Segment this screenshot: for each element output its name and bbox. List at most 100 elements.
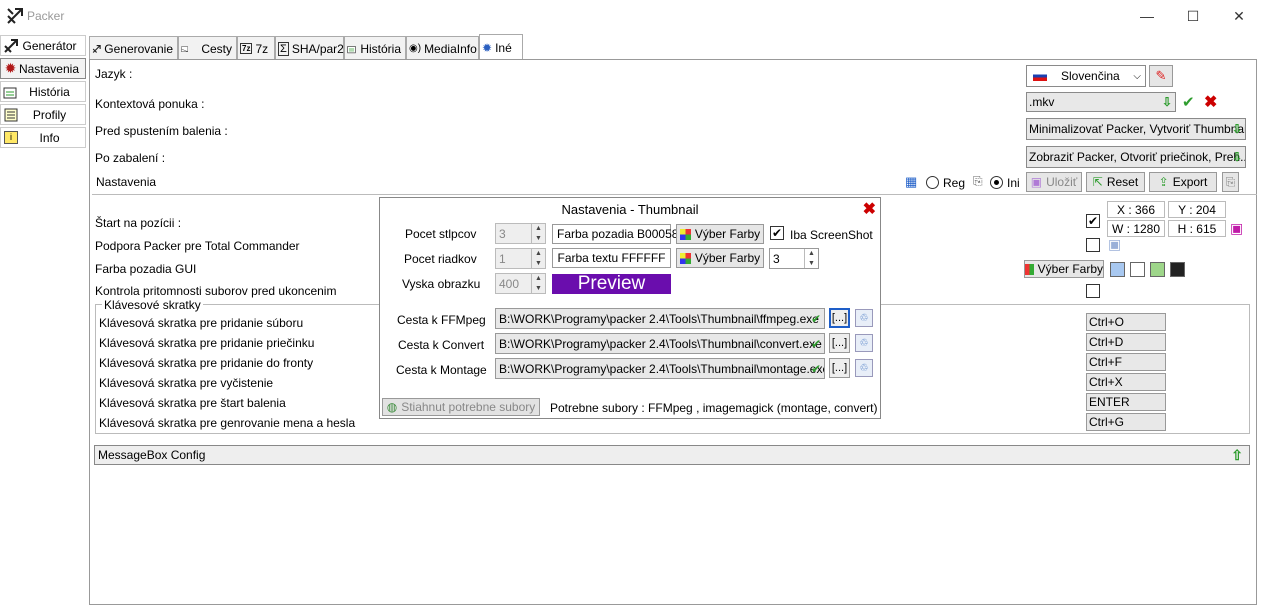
tab-sha-par2[interactable]: Σ SHA/par2 — [275, 36, 344, 60]
sidebar-item-generator[interactable]: Generátor — [0, 35, 86, 56]
ini-radio[interactable] — [990, 176, 1003, 189]
hotkey-field[interactable]: Ctrl+O — [1086, 313, 1166, 331]
total-commander-checkbox[interactable] — [1086, 238, 1100, 252]
start-position-checkbox[interactable]: ✔ — [1086, 214, 1100, 228]
convert-path: B:\WORK\Programy\packer 2.4\Tools\Thumbn… — [499, 336, 822, 351]
before-packing-field[interactable]: Minimalizovať Packer, Vytvoriť Thumbnail… — [1026, 118, 1246, 140]
close-icon[interactable]: ✖ — [863, 199, 876, 219]
screenshot-only-checkbox[interactable]: ✔ — [770, 226, 784, 240]
download-files-button[interactable]: ◍ Stiahnut potrebne subory — [382, 398, 540, 416]
height-stepper[interactable]: 400 ▲ ▼ — [495, 273, 546, 294]
pred-label: Pred spustením balenia : — [95, 124, 228, 138]
sidebar-item-history[interactable]: História — [0, 81, 86, 102]
hotkey-field[interactable]: Ctrl+F — [1086, 353, 1166, 371]
file-check-label: Kontrola pritomnosti suborov pred ukonce… — [95, 284, 337, 298]
gear-icon: ✹ — [482, 40, 493, 55]
y-coordinate: Y : 204 — [1168, 201, 1226, 218]
bg-color-button[interactable]: Výber Farby — [676, 224, 764, 244]
info-icon: i — [2, 130, 20, 146]
sidebar-item-label: Nastavenia — [18, 61, 79, 76]
rows-label: Pocet riadkov — [404, 252, 477, 266]
palette-icon — [679, 252, 691, 264]
sidebar-item-info[interactable]: i Info — [0, 127, 86, 148]
montage-download-icon[interactable]: ♲ — [855, 359, 873, 377]
hotkey-field[interactable]: ENTER — [1086, 393, 1166, 411]
hotkey-field[interactable]: Ctrl+G — [1086, 413, 1166, 431]
ffmpeg-browse-button[interactable]: [...] — [829, 308, 850, 328]
tab-ine[interactable]: ✹ Iné — [479, 34, 523, 60]
ffmpeg-path: B:\WORK\Programy\packer 2.4\Tools\Thumbn… — [499, 311, 819, 326]
reset-button[interactable]: ⇱ Reset — [1086, 172, 1145, 192]
font-size-value: 3 — [773, 251, 780, 266]
jazyk-label: Jazyk : — [95, 67, 133, 81]
hotkey-field[interactable]: Ctrl+X — [1086, 373, 1166, 391]
po-label: Po zabalení : — [95, 151, 166, 165]
ffmpeg-download-icon[interactable]: ♲ — [855, 309, 873, 327]
preview-box: Preview — [552, 273, 671, 294]
tab-cesty[interactable]: Cesty — [178, 36, 237, 60]
screenshot-only-label: Iba ScreenShot — [790, 228, 873, 242]
convert-download-icon[interactable]: ♲ — [855, 334, 873, 352]
hotkey-label: Klávesová skratka pre vyčistenie — [99, 376, 274, 390]
reset-label: Reset — [1106, 175, 1139, 189]
tab-generovanie[interactable]: Generovanie — [89, 36, 178, 60]
montage-label: Cesta k Montage — [396, 363, 487, 377]
reg-radio[interactable] — [926, 176, 939, 189]
messagebox-label: MessageBox Config — [98, 448, 206, 462]
sidebar-item-settings[interactable]: ✹ Nastavenia — [0, 58, 86, 79]
save-button[interactable]: ▣ Uložiť — [1026, 172, 1082, 192]
gui-color-button[interactable]: Výber Farby — [1024, 260, 1104, 278]
minimize-button[interactable]: — — [1124, 0, 1170, 32]
edit-language-button[interactable]: ✎ — [1149, 65, 1173, 87]
hotkey-field[interactable]: Ctrl+D — [1086, 333, 1166, 351]
extra-settings-button[interactable]: ⎘ — [1222, 172, 1239, 192]
after-packing-field[interactable]: Zobraziť Packer, Otvoriť priečinok, Preh… — [1026, 146, 1246, 168]
close-button[interactable]: ✕ — [1216, 0, 1261, 32]
total-commander-label: Podpora Packer pre Total Commander — [95, 239, 300, 253]
file-check-checkbox[interactable] — [1086, 284, 1100, 298]
montage-browse-button[interactable]: [...] — [829, 358, 850, 378]
tab-label: Cesty — [201, 41, 232, 56]
color-swatch-blue[interactable] — [1110, 262, 1125, 277]
sidebar-item-label: Generátor — [22, 38, 77, 53]
montage-path-field[interactable]: B:\WORK\Programy\packer 2.4\Tools\Thumbn… — [495, 358, 825, 379]
tab-7z[interactable]: 7z 7z — [237, 36, 275, 60]
sidebar-item-profiles[interactable]: Profily — [0, 104, 86, 125]
messagebox-config-bar[interactable]: MessageBox Config ⇧ — [94, 445, 1250, 465]
palette-icon — [1025, 263, 1034, 275]
registry-icon: ▦ — [905, 174, 918, 189]
color-swatch-white[interactable] — [1130, 262, 1145, 277]
text-color-button[interactable]: Výber Farby — [676, 248, 764, 268]
tab-mediainfo[interactable]: ◉) MediaInfo — [406, 36, 479, 60]
tab-historia[interactable]: História — [344, 36, 406, 60]
reg-label: Reg — [943, 176, 966, 190]
ffmpeg-path-field[interactable]: B:\WORK\Programy\packer 2.4\Tools\Thumbn… — [495, 308, 825, 329]
maximize-button[interactable]: ☐ — [1170, 0, 1216, 32]
check-icon[interactable]: ✔ — [1182, 93, 1195, 111]
convert-path-field[interactable]: B:\WORK\Programy\packer 2.4\Tools\Thumbn… — [495, 333, 825, 354]
reset-icon: ⇱ — [1092, 175, 1103, 189]
language-select[interactable]: Slovenčina ⌵ — [1026, 65, 1146, 87]
disk-icon: ▣ — [1108, 236, 1122, 252]
rows-stepper[interactable]: 1 ▲ ▼ — [495, 248, 546, 269]
tab-label: SHA/par2 — [291, 41, 344, 56]
export-button[interactable]: ⇪ Export — [1149, 172, 1217, 192]
color-swatch-black[interactable] — [1170, 262, 1185, 277]
columns-stepper[interactable]: 3 ▲ ▼ — [495, 223, 546, 244]
save-position-icon[interactable]: ▣ — [1230, 220, 1243, 237]
arrow-down-icon: ⇩ — [1231, 122, 1242, 136]
font-size-stepper[interactable]: 3 ▲ ▼ — [769, 248, 819, 269]
profiles-icon — [2, 107, 20, 123]
context-menu-field[interactable]: .mkv ⇩ — [1026, 92, 1176, 112]
hotkey-label: Klávesová skratka pre pridanie do fronty — [99, 356, 314, 370]
context-menu-value: .mkv — [1029, 95, 1055, 109]
color-swatch-green[interactable] — [1150, 262, 1165, 277]
hotkey-label: Klávesová skratka pre pridanie súboru — [99, 316, 304, 330]
close-icon[interactable]: ✖ — [1204, 92, 1217, 112]
convert-browse-button[interactable]: [...] — [829, 333, 850, 353]
window-title: Packer — [27, 9, 65, 23]
hotkey-label: Klávesová skratka pre pridanie priečinku — [99, 336, 315, 350]
required-files-label: Potrebne subory : FFMpeg , imagemagick (… — [550, 401, 878, 415]
tab-label: 7z — [255, 41, 269, 56]
hotkey-label: Klávesová skratka pre genrovanie mena a … — [99, 416, 356, 430]
